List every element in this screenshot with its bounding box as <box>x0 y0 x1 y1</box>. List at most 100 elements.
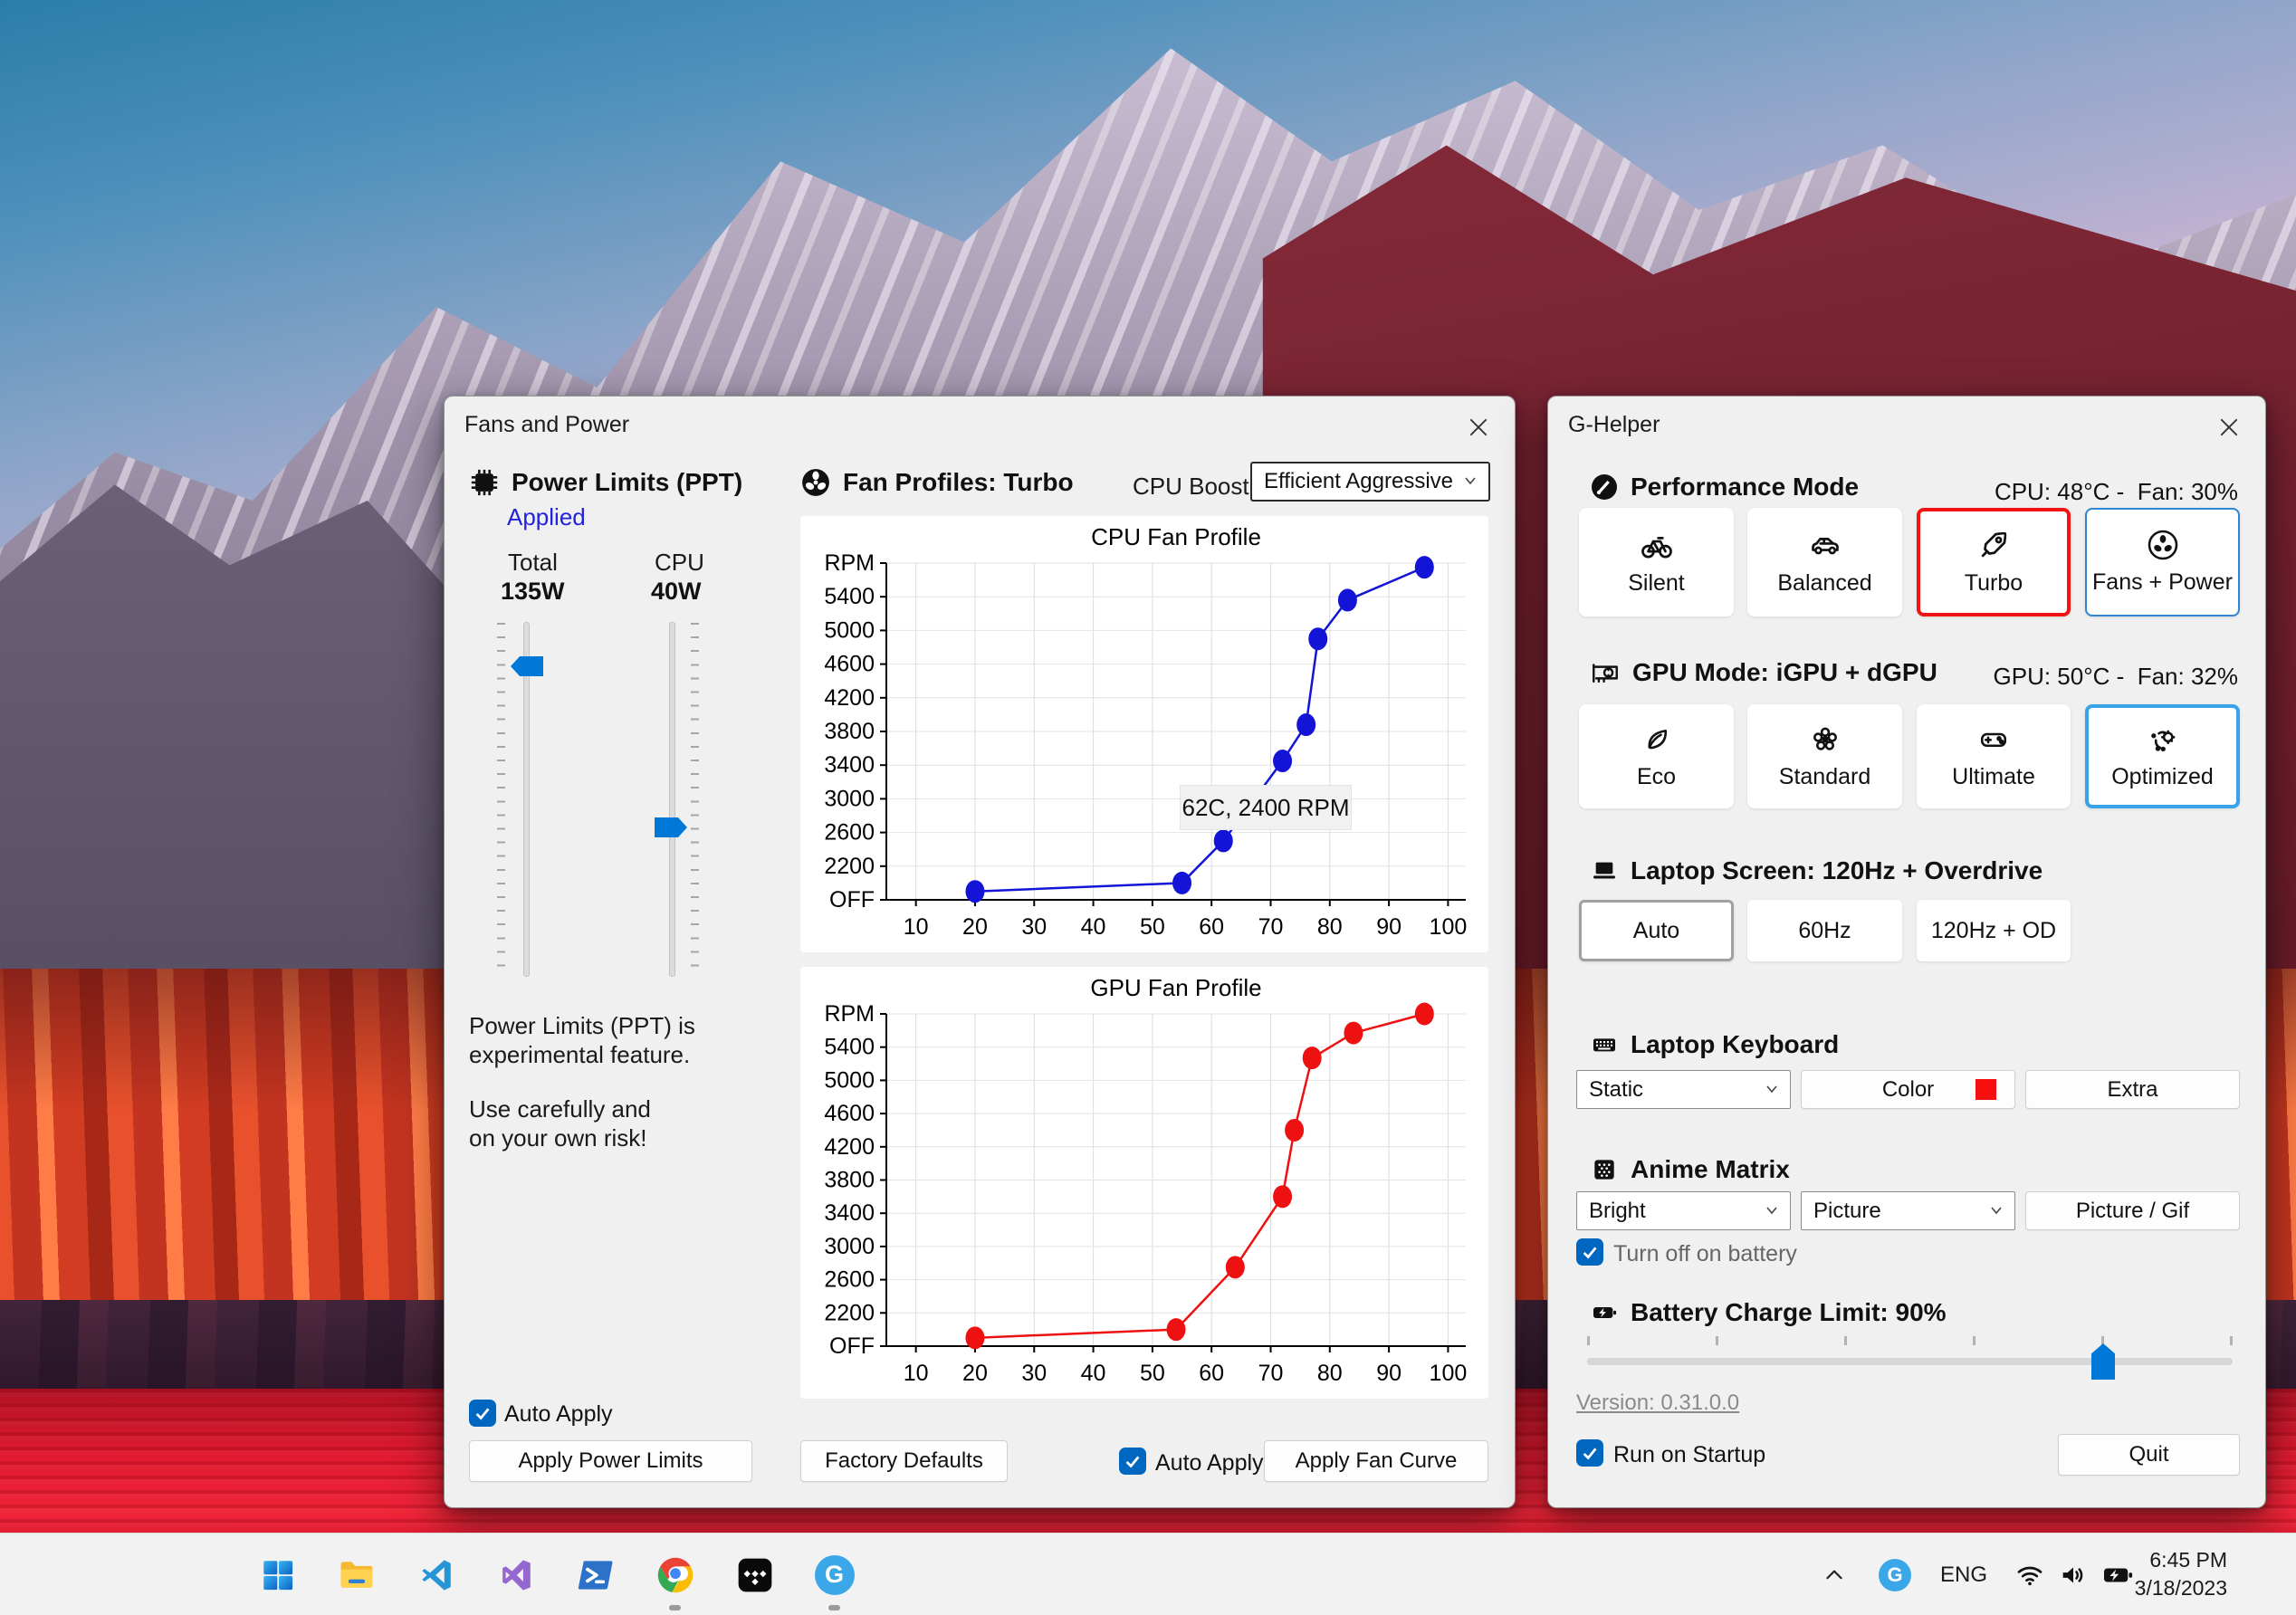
svg-text:4600: 4600 <box>824 1101 875 1126</box>
taskbar: G G ENG 6:45 PM 3/18/2023 <box>0 1533 2296 1615</box>
anime-brightness-select[interactable]: Bright <box>1576 1191 1791 1230</box>
rocket-icon <box>1976 528 2011 562</box>
anime-picture-gif-button[interactable]: Picture / Gif <box>2025 1191 2240 1230</box>
svg-text:3000: 3000 <box>824 786 875 811</box>
tray-clock[interactable]: 6:45 PM 3/18/2023 <box>2135 1546 2227 1602</box>
anime-mode-select[interactable]: Picture <box>1801 1191 2015 1230</box>
applied-link[interactable]: Applied <box>507 503 586 531</box>
apply-power-limits-button[interactable]: Apply Power Limits <box>469 1440 752 1482</box>
powershell-icon[interactable] <box>574 1553 617 1596</box>
chevron-down-icon <box>1989 1199 2004 1224</box>
keyboard-mode-select[interactable]: Static <box>1576 1070 1791 1109</box>
laptop-keyboard-header: Laptop Keyboard <box>1590 1030 1839 1059</box>
battery-slider-ticks <box>1587 1336 2233 1345</box>
svg-text:5000: 5000 <box>824 617 875 643</box>
svg-text:3400: 3400 <box>824 1200 875 1226</box>
screen-auto-button[interactable]: Auto <box>1579 900 1734 961</box>
keyboard-color-button[interactable]: Color <box>1801 1070 2015 1109</box>
run-on-startup-label: Run on Startup <box>1613 1442 1766 1467</box>
svg-text:RPM: RPM <box>824 550 875 576</box>
cpu-fan-chart[interactable]: 10 20 30 40 50 60 70 80 90 100 RPM 5400 5000 4600 4200… <box>800 516 1488 952</box>
power-limits-header: Power Limits (PPT) <box>469 467 742 498</box>
visual-studio-icon[interactable] <box>494 1553 537 1596</box>
chrome-running-indicator <box>669 1605 681 1610</box>
svg-text:5000: 5000 <box>824 1067 875 1093</box>
svg-text:2600: 2600 <box>824 1267 875 1293</box>
cpu-slider-thumb[interactable] <box>655 817 687 837</box>
svg-text:60: 60 <box>1199 914 1224 940</box>
leaf-icon <box>1641 723 1673 756</box>
gpu-fan-chart-card[interactable]: 10 20 30 40 50 60 70 80 90 100 RPM 5400 5000 4600 4200… <box>800 967 1488 1399</box>
svg-text:50: 50 <box>1140 914 1165 940</box>
gpu-ultimate-button[interactable]: Ultimate <box>1917 704 2071 808</box>
svg-text:3800: 3800 <box>824 1168 875 1193</box>
file-explorer-icon[interactable] <box>335 1553 378 1596</box>
mode-turbo-button[interactable]: Turbo <box>1917 508 2071 616</box>
window-title: G-Helper <box>1568 412 1660 437</box>
gpu-fan-chart[interactable]: 10 20 30 40 50 60 70 80 90 100 RPM 5400 5000 4600 4200… <box>800 967 1488 1399</box>
svg-text:70: 70 <box>1258 914 1284 940</box>
gpu-card-icon <box>1590 657 1621 688</box>
version-link[interactable]: Version: 0.31.0.0 <box>1576 1390 1739 1416</box>
svg-text:4600: 4600 <box>824 652 875 677</box>
tidal-icon[interactable] <box>733 1553 776 1596</box>
auto-apply-fan-checkbox[interactable] <box>1119 1448 1146 1475</box>
auto-apply-power-checkbox[interactable] <box>469 1400 496 1427</box>
anime-matrix-header: Anime Matrix <box>1590 1155 1790 1184</box>
svg-text:2200: 2200 <box>824 1300 875 1325</box>
volume-icon[interactable] <box>2055 1557 2091 1593</box>
screen-60hz-button[interactable]: 60Hz <box>1747 900 1902 961</box>
close-icon[interactable] <box>1462 411 1495 444</box>
total-slider-thumb[interactable] <box>511 656 543 676</box>
tray-language[interactable]: ENG <box>1940 1562 1987 1588</box>
quit-button[interactable]: Quit <box>2058 1434 2240 1476</box>
anime-turn-off-checkbox[interactable] <box>1576 1238 1603 1266</box>
g-helper-taskbar-icon[interactable]: G <box>813 1553 856 1596</box>
gpu-mode-header: GPU Mode: iGPU + dGPU <box>1590 657 1937 688</box>
battery-slider-thumb[interactable] <box>2091 1343 2115 1380</box>
factory-defaults-button[interactable]: Factory Defaults <box>800 1440 1008 1482</box>
tray-time: 6:45 PM <box>2149 1548 2227 1572</box>
vscode-icon[interactable] <box>415 1553 457 1596</box>
wifi-icon[interactable] <box>2012 1557 2048 1593</box>
battery-slider-track[interactable] <box>1587 1358 2233 1365</box>
svg-text:50: 50 <box>1140 1361 1165 1386</box>
svg-text:OFF: OFF <box>829 887 875 913</box>
svg-text:3400: 3400 <box>824 752 875 778</box>
svg-text:5400: 5400 <box>824 1035 875 1060</box>
svg-text:90: 90 <box>1376 914 1402 940</box>
screen-120hz-od-button[interactable]: 120Hz + OD <box>1917 900 2071 961</box>
fan-icon <box>2147 529 2179 561</box>
gamepad-icon <box>1977 723 2010 756</box>
gpu-standard-button[interactable]: Standard <box>1747 704 1902 808</box>
chevron-down-icon <box>1463 469 1478 494</box>
gpu-temp-status: GPU: 50°C - Fan: 32% <box>1993 663 2239 690</box>
fans-and-power-window: Fans and Power Power Limits (PPT) Applie… <box>444 396 1516 1508</box>
cpu-boost-select[interactable]: Efficient Aggressive <box>1250 462 1490 502</box>
ppt-note-line2: experimental feature. <box>469 1041 691 1068</box>
battery-charging-icon[interactable] <box>2099 1557 2137 1593</box>
cpu-slider-track[interactable] <box>669 622 675 977</box>
ppt-note-line4: on your own risk! <box>469 1124 647 1152</box>
start-button[interactable] <box>256 1553 299 1596</box>
car-icon <box>1808 528 1842 562</box>
cpu-fan-chart-card[interactable]: 10 20 30 40 50 60 70 80 90 100 RPM 5400 5000 4600 4200… <box>800 516 1488 952</box>
chrome-icon[interactable] <box>654 1553 696 1596</box>
total-value: 135W <box>501 578 565 605</box>
mode-fans-power-button[interactable]: Fans + Power <box>2085 508 2240 616</box>
cpu-slider-ticks <box>691 623 699 978</box>
keyboard-extra-button[interactable]: Extra <box>2025 1070 2240 1109</box>
gpu-eco-button[interactable]: Eco <box>1579 704 1734 808</box>
gauge-icon <box>1590 473 1619 502</box>
close-icon[interactable] <box>2213 411 2245 444</box>
mode-balanced-button[interactable]: Balanced <box>1747 508 1902 616</box>
mode-silent-button[interactable]: Silent <box>1579 508 1734 616</box>
battery-limit-header: Battery Charge Limit: 90% <box>1590 1298 1947 1327</box>
gpu-optimized-button[interactable]: Optimized <box>2085 704 2240 808</box>
performance-mode-header: Performance Mode <box>1590 473 1859 502</box>
apply-fan-curve-button[interactable]: Apply Fan Curve <box>1264 1440 1488 1482</box>
svg-text:OFF: OFF <box>829 1333 875 1359</box>
run-on-startup-checkbox[interactable] <box>1576 1439 1603 1467</box>
tray-chevron-up-icon[interactable] <box>1818 1559 1851 1591</box>
g-helper-tray-icon[interactable]: G <box>1878 1558 1912 1592</box>
